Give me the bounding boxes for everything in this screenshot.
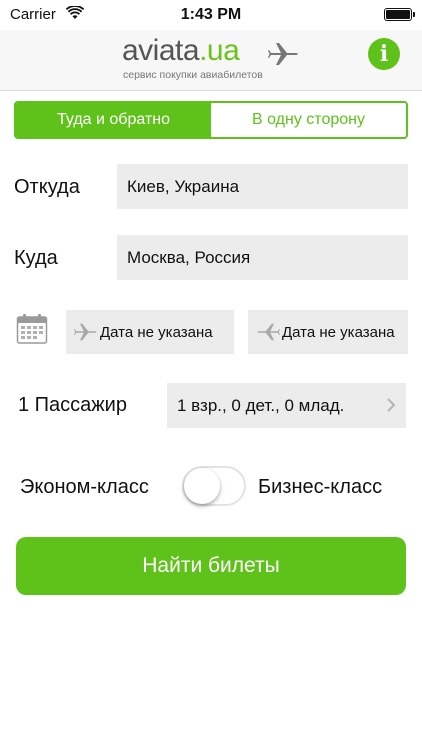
business-class-label: Бизнес-класс	[258, 476, 383, 498]
from-field[interactable]: Киев, Украина	[117, 164, 408, 209]
search-tickets-button[interactable]: Найти билеты	[16, 537, 406, 595]
clock: 1:43 PM	[180, 6, 242, 23]
chevron-right-icon	[387, 398, 396, 412]
battery-icon	[384, 8, 415, 21]
return-date-label: Дата не указана	[282, 323, 395, 341]
trip-type-segmented-control: Туда и обратно В одну сторону	[14, 101, 408, 139]
departure-date-button[interactable]: Дата не указана	[66, 310, 234, 354]
one-way-tab[interactable]: В одну сторону	[211, 103, 406, 137]
app-logo: aviata.ua сервис покупки авиабилетов	[122, 34, 322, 86]
app-header: aviata.ua сервис покупки авиабилетов i	[0, 30, 422, 91]
passengers-field[interactable]: 1 взр., 0 дет., 0 млад.	[167, 383, 406, 428]
from-label: Откуда	[14, 176, 80, 198]
logo-text: aviata.ua	[122, 34, 240, 67]
passengers-value: 1 взр., 0 дет., 0 млад.	[177, 395, 345, 415]
status-bar: Carrier 1:43 PM	[0, 0, 422, 30]
departure-date-label: Дата не указана	[100, 323, 213, 341]
to-field[interactable]: Москва, Россия	[117, 235, 408, 280]
logo-tagline: сервис покупки авиабилетов	[123, 69, 263, 81]
info-button[interactable]: i	[368, 38, 400, 70]
round-trip-tab[interactable]: Туда и обратно	[16, 103, 211, 137]
toggle-knob	[184, 468, 220, 504]
class-toggle-switch[interactable]	[182, 466, 246, 506]
plane-logo-icon	[268, 43, 298, 65]
return-date-button[interactable]: Дата не указана	[248, 310, 408, 354]
departure-plane-icon	[74, 323, 97, 341]
economy-class-label: Эконом-класс	[20, 476, 149, 498]
to-label: Куда	[14, 247, 58, 269]
passengers-label: 1 Пассажир	[18, 394, 127, 416]
return-plane-icon	[257, 323, 280, 341]
calendar-icon	[16, 314, 48, 344]
